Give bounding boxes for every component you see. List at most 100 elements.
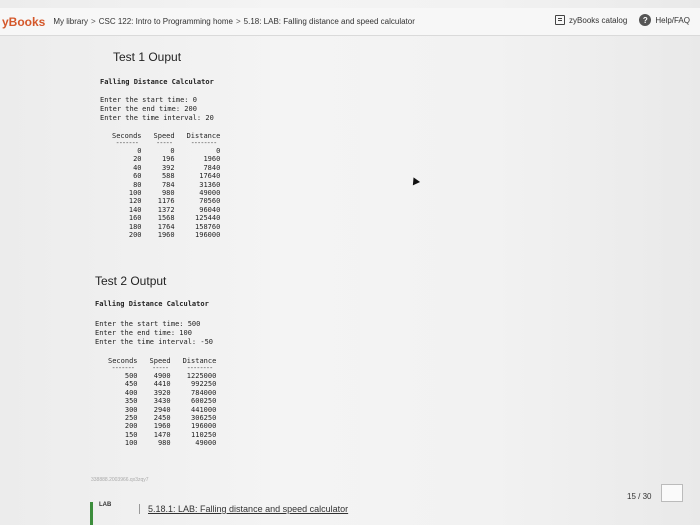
table-row: 200 1960 196000 [106,231,226,239]
chevron-right-icon: > [91,17,96,26]
table-row: 150 1470 110250 [102,431,222,439]
lab-activity-link[interactable]: 5.18.1: LAB: Falling distance and speed … [139,504,348,514]
table-cell: 450 [124,380,138,389]
table-cell: 120 [128,197,142,206]
table-cell: 500 [124,372,138,380]
catalog-icon [555,15,566,25]
test1-dash-cell: -------- [190,139,218,147]
table-cell: 0 [170,147,175,155]
test1-title: Test 1 Ouput [113,50,182,64]
test1-dash-cell: ------- [115,139,140,147]
table-cell: 150 [124,430,138,439]
table-row: 20 196 1960 [106,155,226,163]
table-cell: 31360 [199,180,221,189]
table-cell: 306250 [191,414,217,423]
table-row: 0 0 0 [106,147,226,155]
table-cell: 350 [124,397,138,406]
table-cell: 110250 [191,430,217,439]
test1-table: Seconds Speed Distance ------- ----- -----… [106,132,226,239]
test1-table-body: ------- ----- -------- 0 0 0 20 196 1960 40 392 784… [106,140,226,240]
table-row: 500 4900 1225000 [102,372,222,380]
table-cell: 20 [133,155,142,164]
table-cell: 2940 [153,405,171,414]
table-cell: 158760 [195,222,221,231]
table-cell: 300 [124,405,138,414]
table-cell: 1960 [203,155,221,164]
table-row: 350 3430 600250 [102,397,222,405]
table-cell: 49000 [195,439,217,448]
breadcrumb-current-section: 5.18: LAB: Falling distance and speed ca… [243,17,415,26]
test2-prompts: Enter the start time: 500 Enter the end … [95,320,214,346]
table-cell: 96040 [199,205,221,214]
table-cell: 0 [216,147,221,155]
table-cell: 180 [128,222,142,231]
table-cell: 992250 [191,380,217,389]
test2-dash-cell: ------- [111,364,136,372]
activity-id: 338888.2003966.qx3zqy7 [91,477,149,483]
test1-prompts: Enter the start time: 0 Enter the end ti… [100,96,214,122]
lab-content: Test 1 Ouput Falling Distance Calculator… [0,36,700,525]
table-cell: 980 [161,189,175,198]
table-row: 250 2450 306250 [102,414,222,422]
table-row: 400 3920 784000 [102,389,222,397]
zybooks-catalog-label: zyBooks catalog [569,15,628,25]
test2-title: Test 2 Output [95,274,167,288]
table-row: 100 980 49000 [106,189,226,197]
help-faq-link[interactable]: ? Help/FAQ [639,14,690,26]
table-cell: 250 [124,414,138,423]
table-cell: 196 [161,155,175,164]
table-cell: 1960 [157,231,175,240]
table-cell: 441000 [191,405,217,414]
table-cell: 1960 [153,422,171,431]
screen: yBooks My library > CSC 122: Intro to Pr… [0,0,700,525]
table-cell: 160 [128,214,142,223]
test2-dash-row: ------- ----- -------- [102,365,222,372]
table-cell: 1225000 [186,372,217,380]
table-cell: 3920 [153,388,171,397]
table-row: 140 1372 96040 [106,206,226,214]
help-faq-label: Help/FAQ [655,15,690,25]
table-cell: 40 [133,163,142,172]
progress-box [661,484,683,502]
table-cell: 100 [124,439,138,448]
breadcrumb-course-home[interactable]: CSC 122: Intro to Programming home [99,17,233,26]
table-cell: 100 [128,189,142,198]
progress-count: 15 / 30 [627,492,652,501]
test2-table: Seconds Speed Distance ------- ----- -----… [102,357,222,448]
table-cell: 784000 [191,388,217,397]
table-cell: 70560 [199,197,221,206]
test1-dash-row: ------- ----- -------- [106,140,226,147]
test2-table-body: ------- ----- -------- 500 4900 1225000 450 441… [102,365,222,448]
table-cell: 600250 [191,397,217,406]
test2-dash-cell: ----- [152,364,169,372]
table-row: 200 1960 196000 [102,422,222,430]
table-row: 450 4410 992250 [102,380,222,388]
table-cell: 1176 [157,197,175,206]
table-cell: 400 [124,388,138,397]
table-row: 180 1764 158760 [106,223,226,231]
lab-tab[interactable]: LAB [90,502,140,525]
table-cell: 200 [128,231,142,240]
table-cell: 1764 [157,222,175,231]
table-cell: 3430 [153,397,171,406]
table-cell: 1470 [153,430,171,439]
table-cell: 125440 [195,214,221,223]
table-row: 40 392 7840 [106,164,226,172]
test1-dash-cell: ----- [156,139,173,147]
table-cell: 80 [133,180,142,189]
chevron-right-icon: > [235,17,241,26]
test2-dash-cell: -------- [186,364,214,372]
table-cell: 1568 [157,214,175,223]
table-cell: 200 [124,422,138,431]
table-cell: 980 [157,439,171,448]
table-cell: 392 [161,163,175,172]
table-cell: 4410 [153,380,171,389]
table-row: 300 2940 441000 [102,406,222,414]
zybooks-catalog-link[interactable]: zyBooks catalog [555,15,627,25]
table-cell: 588 [161,172,175,181]
zybooks-logo[interactable]: yBooks [2,15,45,29]
table-cell: 17640 [199,172,221,181]
breadcrumb: My library > CSC 122: Intro to Programmi… [53,17,415,26]
table-cell: 1372 [157,205,175,214]
breadcrumb-my-library[interactable]: My library [53,17,88,26]
